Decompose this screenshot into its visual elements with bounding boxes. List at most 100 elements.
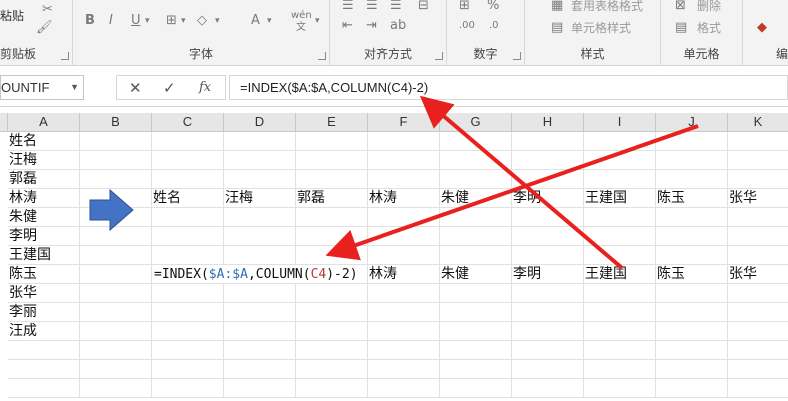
cell[interactable]: [584, 379, 656, 398]
cell-a10[interactable]: 李丽: [8, 303, 80, 322]
cell[interactable]: [224, 170, 296, 189]
cell[interactable]: [584, 303, 656, 322]
cell[interactable]: [296, 151, 368, 170]
cell[interactable]: [368, 284, 440, 303]
delete-button[interactable]: 删除: [697, 0, 721, 14]
delete-icon[interactable]: ⊠: [675, 0, 686, 14]
cell-g4[interactable]: 朱健: [440, 189, 512, 208]
alignment-launcher-icon[interactable]: [435, 52, 443, 60]
cell[interactable]: [368, 303, 440, 322]
cell-d4[interactable]: 汪梅: [224, 189, 296, 208]
format-button[interactable]: 格式: [697, 20, 721, 36]
cell[interactable]: [152, 379, 224, 398]
cell[interactable]: [224, 379, 296, 398]
cell[interactable]: [368, 208, 440, 227]
cell-a2[interactable]: 汪梅: [8, 151, 80, 170]
cell[interactable]: [224, 360, 296, 379]
cell[interactable]: [440, 132, 512, 151]
cell[interactable]: [80, 341, 152, 360]
enter-icon[interactable]: ✓: [163, 78, 176, 98]
underline-icon[interactable]: U: [131, 13, 141, 29]
cell[interactable]: [152, 322, 224, 341]
cell[interactable]: [224, 208, 296, 227]
cell[interactable]: [8, 341, 80, 360]
cell-a11[interactable]: 汪成: [8, 322, 80, 341]
cell[interactable]: [512, 151, 584, 170]
cell[interactable]: [728, 360, 788, 379]
increase-decimal-icon[interactable]: .00: [459, 18, 475, 34]
cell-a9[interactable]: 张华: [8, 284, 80, 303]
column-header-k[interactable]: K: [728, 113, 788, 132]
cell[interactable]: [152, 170, 224, 189]
underline-dropdown-icon[interactable]: ▾: [145, 13, 150, 29]
cancel-icon[interactable]: ✕: [129, 78, 142, 98]
cell[interactable]: [80, 227, 152, 246]
italic-icon[interactable]: I: [109, 13, 113, 29]
cell[interactable]: [512, 246, 584, 265]
cell-style-button[interactable]: 单元格样式: [571, 20, 631, 36]
cell[interactable]: [656, 284, 728, 303]
cell[interactable]: [224, 322, 296, 341]
column-header-e[interactable]: E: [296, 113, 368, 132]
cell[interactable]: [80, 379, 152, 398]
phonetic-dropdown-icon[interactable]: ▾: [315, 13, 320, 29]
cell[interactable]: [368, 170, 440, 189]
cell[interactable]: [80, 303, 152, 322]
cell[interactable]: [512, 227, 584, 246]
accounting-format-icon[interactable]: ⊞: [459, 0, 470, 14]
cell-c4[interactable]: 姓名: [152, 189, 224, 208]
border-icon[interactable]: ⊞: [166, 13, 177, 29]
cell[interactable]: [440, 151, 512, 170]
cell[interactable]: [656, 227, 728, 246]
cell-g8[interactable]: 朱健: [440, 265, 512, 284]
cell[interactable]: [512, 322, 584, 341]
cell[interactable]: [728, 341, 788, 360]
column-header-i[interactable]: I: [584, 113, 656, 132]
border-dropdown-icon[interactable]: ▾: [181, 13, 186, 29]
cell[interactable]: [152, 151, 224, 170]
cell[interactable]: [152, 132, 224, 151]
cell[interactable]: [368, 151, 440, 170]
cell[interactable]: [440, 227, 512, 246]
cell[interactable]: [728, 227, 788, 246]
fill-dropdown-icon[interactable]: ▾: [215, 13, 220, 29]
cell[interactable]: [584, 170, 656, 189]
cell[interactable]: [440, 379, 512, 398]
cell[interactable]: [584, 227, 656, 246]
percent-icon[interactable]: %: [487, 0, 499, 14]
decrease-indent-icon[interactable]: ⇤: [342, 18, 353, 34]
table-format-icon[interactable]: ▦: [551, 0, 563, 14]
cell[interactable]: [80, 322, 152, 341]
cell[interactable]: [656, 303, 728, 322]
cell[interactable]: [296, 227, 368, 246]
cell-style-icon[interactable]: ▤: [551, 20, 563, 36]
cell[interactable]: [728, 246, 788, 265]
cell[interactable]: [152, 341, 224, 360]
cell-a7[interactable]: 王建国: [8, 246, 80, 265]
cell[interactable]: [224, 132, 296, 151]
cell[interactable]: [224, 246, 296, 265]
cell-e4[interactable]: 郭磊: [296, 189, 368, 208]
cell[interactable]: [224, 303, 296, 322]
cell[interactable]: [656, 132, 728, 151]
column-header-b[interactable]: B: [80, 113, 152, 132]
decrease-decimal-icon[interactable]: .0: [489, 18, 499, 34]
cell[interactable]: [656, 151, 728, 170]
cell[interactable]: [80, 360, 152, 379]
cell[interactable]: [368, 227, 440, 246]
cell[interactable]: [584, 341, 656, 360]
cell[interactable]: [296, 208, 368, 227]
cell[interactable]: [512, 284, 584, 303]
formula-input[interactable]: =INDEX($A:$A,COLUMN(C4)-2): [229, 75, 788, 100]
bold-icon[interactable]: B: [85, 13, 95, 29]
cell[interactable]: [584, 322, 656, 341]
cell[interactable]: [296, 170, 368, 189]
cell[interactable]: [440, 170, 512, 189]
name-box-dropdown-icon[interactable]: ▼: [70, 76, 79, 99]
cell[interactable]: [368, 341, 440, 360]
cell-k4[interactable]: 张华: [728, 189, 788, 208]
font-color-icon[interactable]: A: [251, 13, 260, 29]
font-color-dropdown-icon[interactable]: ▾: [267, 13, 272, 29]
cell[interactable]: [512, 132, 584, 151]
column-header-a[interactable]: A: [8, 113, 80, 132]
